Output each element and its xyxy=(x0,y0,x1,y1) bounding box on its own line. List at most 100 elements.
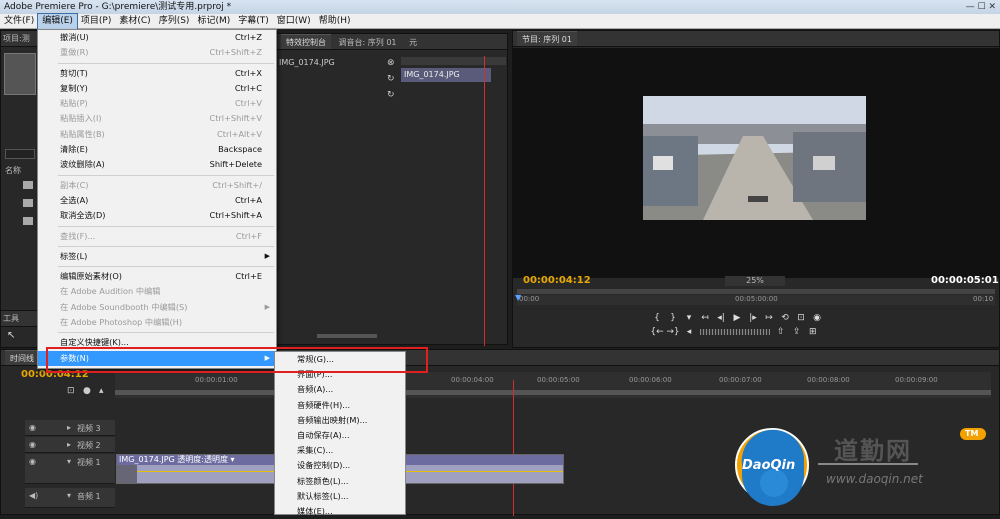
tab-more[interactable]: 元 xyxy=(404,35,422,49)
sequence-marker-icon[interactable]: ▴ xyxy=(99,386,104,396)
edit-menu-item[interactable]: 在 Adobe Audition 中编辑 xyxy=(38,284,276,299)
zoom-select[interactable]: 25% xyxy=(725,276,785,286)
effect-timeline-clip[interactable]: IMG_0174.JPG xyxy=(401,68,491,82)
monitor-time-ruler[interactable]: 00:00 00:05:00:00 00:10 xyxy=(517,295,995,305)
menu-title[interactable]: 字幕(T) xyxy=(234,14,273,29)
marker-icon[interactable]: ▾ xyxy=(681,311,697,325)
zoom-slider[interactable] xyxy=(317,334,377,338)
safe-margins-icon[interactable]: ⊡ xyxy=(793,311,809,325)
play-icon[interactable]: ▶ xyxy=(729,311,745,325)
monitor-scrubber[interactable] xyxy=(517,289,995,294)
preferences-menu-item[interactable]: 采集(C)... xyxy=(275,443,405,458)
edit-menu-item[interactable]: 在 Adobe Soundbooth 中编辑(S) ▶ xyxy=(38,300,276,315)
preferences-menu-item[interactable]: 媒体(E)... xyxy=(275,504,405,519)
reset-icon[interactable]: ↻ xyxy=(387,74,395,84)
jog-wheel[interactable] xyxy=(699,328,770,335)
expand-icon[interactable]: ▸ xyxy=(67,423,71,432)
step-back-icon[interactable]: ◂| xyxy=(713,311,729,325)
eye-icon[interactable]: ◉ xyxy=(29,457,36,466)
edit-menu-item[interactable]: 清除(E) Backspace xyxy=(38,142,276,157)
edit-menu-item[interactable]: 全选(A) Ctrl+A xyxy=(38,193,276,208)
eye-icon[interactable]: ◉ xyxy=(29,440,36,449)
current-time-display[interactable]: 00:00:04:12 xyxy=(523,275,591,286)
shuttle-icon[interactable]: ◂ xyxy=(681,325,697,339)
annotation-highlight-box xyxy=(46,347,428,373)
clip-thumbnail xyxy=(4,53,36,95)
preferences-menu-item[interactable]: 音频(A)... xyxy=(275,382,405,397)
menu-clip[interactable]: 素材(C) xyxy=(115,14,154,29)
window-controls[interactable]: — ☐ ✕ xyxy=(966,0,996,14)
edit-menu-item[interactable]: 粘贴属性(B) Ctrl+Alt+V xyxy=(38,127,276,142)
play-in-out-icon[interactable]: {← xyxy=(649,325,665,339)
step-forward-icon[interactable]: |▸ xyxy=(745,311,761,325)
export-frame-icon[interactable]: ◉ xyxy=(809,311,825,325)
lift-icon[interactable]: ⇧ xyxy=(773,325,789,339)
playhead-line xyxy=(484,56,485,346)
eye-icon[interactable]: ◉ xyxy=(29,423,36,432)
menu-help[interactable]: 帮助(H) xyxy=(315,14,355,29)
menu-file[interactable]: 文件(F) xyxy=(0,14,38,29)
tab-timeline[interactable]: 时间线 xyxy=(5,350,39,365)
edit-menu-item[interactable]: 剪切(T) Ctrl+X xyxy=(38,66,276,81)
menu-project[interactable]: 项目(P) xyxy=(77,14,115,29)
snap-icon[interactable]: ⊡ xyxy=(67,386,75,396)
menu-item-shortcut: Ctrl+F xyxy=(235,230,262,241)
speaker-icon[interactable]: ◀) xyxy=(29,491,38,500)
playhead-marker-icon[interactable]: ▼ xyxy=(515,293,521,302)
duration-display: 00:00:05:01 xyxy=(931,275,999,286)
mark-in-icon[interactable]: { xyxy=(649,311,665,325)
goto-in-icon[interactable]: ↤ xyxy=(697,311,713,325)
selection-tool-icon[interactable]: ↖ xyxy=(7,330,15,341)
edit-menu-item[interactable]: 副本(C) Ctrl+Shift+/ xyxy=(38,178,276,193)
tab-effect-controls[interactable]: 特效控制台 xyxy=(281,34,331,49)
expand-icon[interactable]: ▸ xyxy=(67,440,71,449)
edit-menu-item[interactable]: 取消全选(D) Ctrl+Shift+A xyxy=(38,208,276,223)
tools-tab[interactable]: 工具 xyxy=(3,314,19,323)
preferences-menu-item[interactable]: 音频硬件(H)... xyxy=(275,398,405,413)
menu-item-label: 粘贴(P) xyxy=(60,98,88,109)
edit-menu-item[interactable]: 撤消(U) Ctrl+Z xyxy=(38,30,276,45)
timeline-playhead[interactable] xyxy=(513,380,514,516)
timeline-ruler[interactable]: 00:00:01:00 00:00:04:00 00:00:05:00 00:0… xyxy=(115,372,991,398)
menu-item-label: 粘贴属性(B) xyxy=(60,128,105,139)
project-tab[interactable]: 项目:测 xyxy=(3,34,30,43)
tab-program[interactable]: 节目: 序列 01 xyxy=(517,31,577,46)
work-area-bar[interactable] xyxy=(115,390,991,395)
menu-sequence[interactable]: 序列(S) xyxy=(155,14,194,29)
reset-icon[interactable]: ⊗ xyxy=(387,58,395,68)
mark-out-icon[interactable]: } xyxy=(665,311,681,325)
logo-text-en: DaoQin xyxy=(742,458,796,473)
effect-controls-panel: 特效控制台 调音台: 序列 01 元 IMG_0174.JPG IMG_0174… xyxy=(276,33,508,346)
reset-icon[interactable]: ↻ xyxy=(387,90,395,100)
menu-marker[interactable]: 标记(M) xyxy=(193,14,234,29)
preferences-menu-item[interactable]: 音频输出映射(M)... xyxy=(275,413,405,428)
extract-icon[interactable]: ⇪ xyxy=(789,325,805,339)
edit-menu-item[interactable]: 查找(F)... Ctrl+F xyxy=(38,229,276,244)
edit-menu-item[interactable]: 粘贴(P) Ctrl+V xyxy=(38,96,276,111)
preferences-menu-item[interactable]: 设备控制(D)... xyxy=(275,458,405,473)
expand-icon[interactable]: ▾ xyxy=(67,491,71,500)
menu-window[interactable]: 窗口(W) xyxy=(273,14,315,29)
menu-item-label: 在 Adobe Audition 中编辑 xyxy=(60,286,161,297)
menu-edit[interactable]: 编辑(E) xyxy=(37,13,78,30)
edit-menu-item[interactable]: 在 Adobe Photoshop 中编辑(H) xyxy=(38,315,276,330)
marker-add-icon[interactable]: ● xyxy=(83,386,91,396)
preferences-menu-item[interactable]: 自动保存(A)... xyxy=(275,428,405,443)
preferences-menu-item[interactable]: 标签颜色(L)... xyxy=(275,474,405,489)
edit-menu-item[interactable]: 复制(Y) Ctrl+C xyxy=(38,81,276,96)
expand-icon[interactable]: ▾ xyxy=(67,457,71,466)
trim-icon[interactable]: ⊞ xyxy=(805,325,821,339)
edit-menu-item[interactable]: 重做(R) Ctrl+Shift+Z xyxy=(38,45,276,60)
loop-icon[interactable]: ⟲ xyxy=(777,311,793,325)
preferences-menu-item[interactable]: 默认标签(L)... xyxy=(275,489,405,504)
tab-audio-mixer[interactable]: 调音台: 序列 01 xyxy=(334,35,402,49)
edit-menu-item[interactable]: 编辑原始素材(O) Ctrl+E xyxy=(38,269,276,284)
trademark-badge: TM xyxy=(965,429,979,438)
edit-menu-item[interactable]: 波纹删除(A) Shift+Delete xyxy=(38,157,276,172)
edit-menu-item[interactable]: 标签(L) ▶ xyxy=(38,249,276,264)
play-around-icon[interactable]: →} xyxy=(665,325,681,339)
goto-out-icon[interactable]: ↦ xyxy=(761,311,777,325)
menu-item-label: 粘贴插入(I) xyxy=(60,113,102,124)
edit-menu-item[interactable]: 粘贴插入(I) Ctrl+Shift+V xyxy=(38,111,276,126)
search-input[interactable] xyxy=(5,149,35,159)
